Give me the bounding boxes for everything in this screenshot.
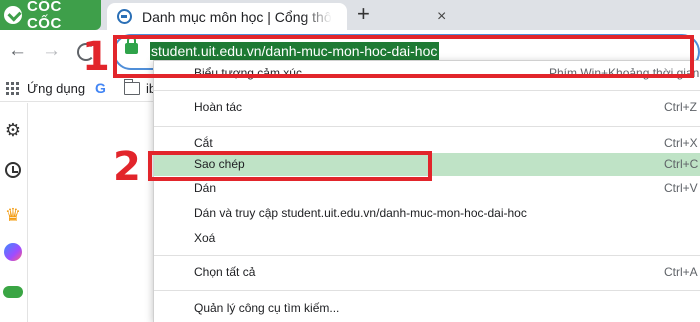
menu-item-undo[interactable]: Hoàn tác Ctrl+Z — [154, 96, 700, 118]
gamepad-icon[interactable] — [3, 282, 23, 302]
history-icon[interactable] — [3, 160, 23, 180]
menu-divider — [154, 255, 700, 256]
menu-shortcut: Ctrl+A — [664, 265, 698, 279]
site-favicon-icon — [117, 9, 132, 24]
menu-shortcut: Ctrl+Z — [664, 100, 697, 114]
menu-item-manage-search-engines[interactable]: Quản lý công cụ tìm kiếm... — [154, 297, 700, 319]
annotation-box-copy — [148, 151, 432, 181]
folder-icon[interactable] — [123, 79, 140, 95]
crown-icon[interactable]: ♛ — [3, 205, 23, 225]
messenger-icon[interactable] — [3, 242, 23, 262]
gear-icon[interactable]: ⚙ — [3, 120, 23, 140]
menu-label: Hoàn tác — [194, 100, 243, 114]
menu-divider — [154, 90, 700, 91]
coccoc-logo-icon — [4, 6, 22, 24]
menu-label: Chọn tất cả — [194, 265, 256, 279]
menu-shortcut: Ctrl+C — [664, 157, 699, 171]
bookmark-apps[interactable]: Ứng dụng — [27, 81, 85, 96]
menu-label: Dán và truy cập student.uit.edu.vn/danh-… — [194, 206, 527, 220]
coccoc-menu-button[interactable]: CỐC CỐC — [0, 0, 101, 32]
google-icon[interactable]: G — [95, 80, 106, 96]
active-tab[interactable]: Danh mục môn học | Cổng thông tin × — [107, 3, 446, 30]
tab-close-icon[interactable]: × — [437, 9, 446, 25]
apps-grid-icon[interactable] — [6, 82, 19, 95]
menu-divider — [154, 290, 700, 291]
forward-button[interactable]: → — [42, 40, 61, 62]
annotation-step-1: 1 — [82, 34, 110, 80]
menu-label: Quản lý công cụ tìm kiếm... — [194, 301, 340, 315]
back-button[interactable]: ← — [8, 40, 27, 62]
menu-shortcut: Ctrl+V — [664, 181, 698, 195]
context-menu: Biểu tượng cảm xúc Phím Win+Khoảng thời … — [153, 60, 700, 322]
menu-divider — [154, 126, 700, 127]
menu-label: Xoá — [194, 231, 216, 245]
tab-strip: CỐC CỐC Danh mục môn học | Cổng thông ti… — [0, 0, 700, 32]
menu-shortcut: Ctrl+X — [664, 136, 698, 150]
menu-item-select-all[interactable]: Chọn tất cả Ctrl+A — [154, 261, 700, 283]
brand-name: CỐC CỐC — [26, 0, 62, 32]
new-tab-button[interactable]: + — [357, 2, 370, 26]
tab-title: Danh mục môn học | Cổng thông tin — [142, 8, 332, 25]
menu-item-delete[interactable]: Xoá — [154, 227, 700, 249]
annotation-box-url — [113, 35, 694, 78]
menu-item-paste-and-go[interactable]: Dán và truy cập student.uit.edu.vn/danh-… — [154, 202, 700, 224]
annotation-step-2: 2 — [113, 144, 141, 190]
